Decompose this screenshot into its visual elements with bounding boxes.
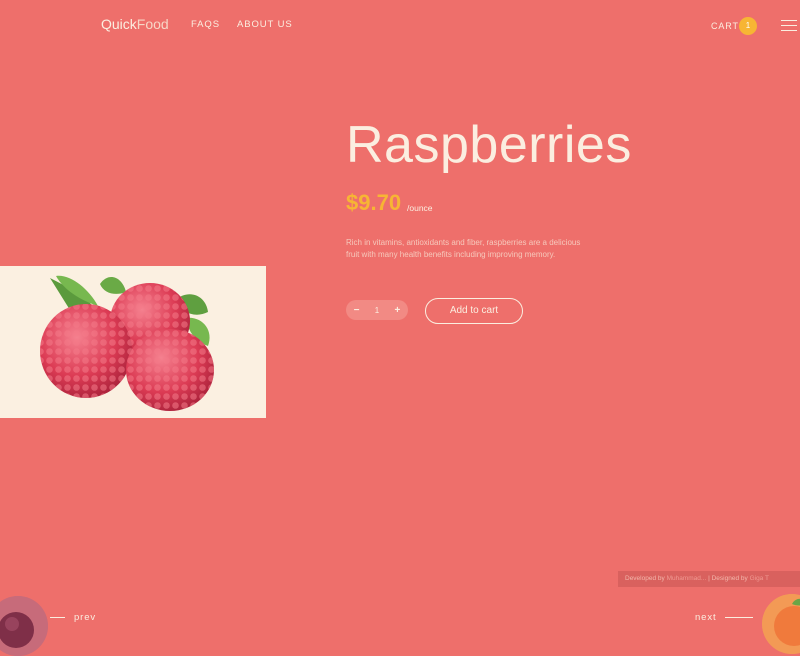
prev-product-thumbnail[interactable] xyxy=(0,596,48,656)
increment-button[interactable]: + xyxy=(395,305,401,316)
product-image-panel xyxy=(0,266,266,418)
next-product-thumbnail[interactable] xyxy=(762,594,800,654)
credit-sep: | Designed by xyxy=(706,575,748,582)
next-label: next xyxy=(695,612,717,623)
nav-about-us[interactable]: ABOUT US xyxy=(237,19,293,30)
price-unit: /ounce xyxy=(407,203,433,213)
next-link[interactable]: next xyxy=(695,612,753,623)
quantity-value: 1 xyxy=(374,305,380,315)
logo-quick: Quick xyxy=(101,16,137,32)
logo[interactable]: QuickFood xyxy=(101,16,169,32)
raspberries-image xyxy=(40,275,214,411)
credit-dev-prefix: Developed by xyxy=(625,575,665,582)
prev-label: prev xyxy=(74,612,97,623)
credit-designer[interactable]: Giga T xyxy=(750,575,769,582)
credit-dev-name[interactable]: Muhammad... xyxy=(667,575,707,582)
next-line xyxy=(724,617,753,618)
logo-food: Food xyxy=(136,16,169,32)
add-to-cart-button[interactable]: Add to cart xyxy=(425,298,523,324)
nav-faqs[interactable]: FAQS xyxy=(191,19,220,30)
product-title: Raspberries xyxy=(346,116,632,174)
credit-bar: Developed by Muhammad... | Designed by G… xyxy=(618,571,800,587)
cart-count-badge[interactable]: 1 xyxy=(739,17,757,35)
plum-image xyxy=(0,596,48,656)
cart-link[interactable]: CART xyxy=(711,21,739,31)
decrement-button[interactable]: − xyxy=(354,305,360,316)
quantity-stepper: − 1 + xyxy=(346,300,408,320)
hamburger-menu-icon[interactable] xyxy=(781,20,797,32)
prev-link[interactable]: prev xyxy=(50,612,96,623)
product-description: Rich in vitamins, antioxidants and fiber… xyxy=(346,238,581,259)
peach-image xyxy=(762,594,800,654)
prev-line xyxy=(50,617,65,618)
product-price: $9.70 xyxy=(346,190,402,215)
